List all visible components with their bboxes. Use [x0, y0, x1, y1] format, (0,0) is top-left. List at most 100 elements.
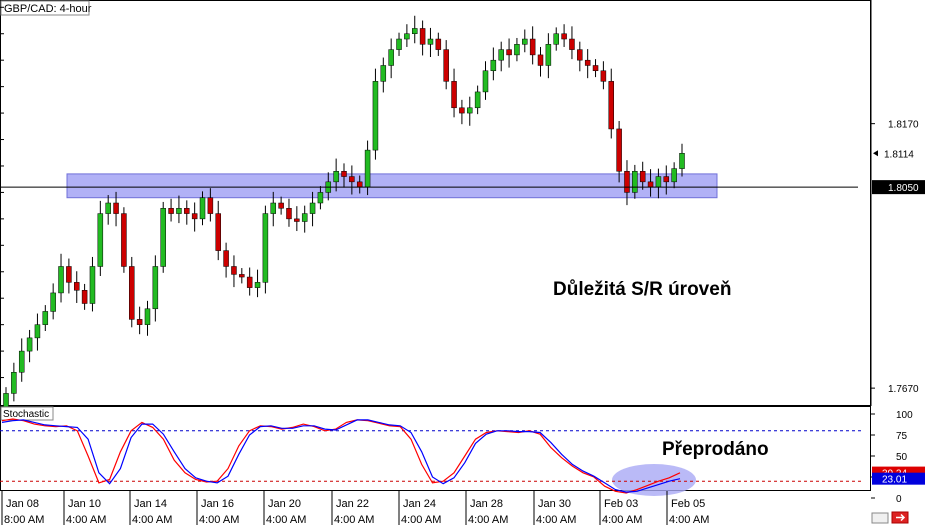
x-tick-time: 4:00 AM — [199, 514, 239, 525]
price-tick-label: 1.7670 — [888, 384, 919, 395]
candle-body — [608, 81, 615, 130]
candle-body — [105, 202, 111, 214]
candle-body — [231, 266, 237, 275]
candle-body — [482, 70, 489, 93]
candle-body — [639, 171, 646, 183]
stochastic-value-label: 23.01 — [882, 475, 907, 486]
candle-body — [333, 171, 339, 183]
candle-body — [396, 38, 402, 50]
candle-body — [207, 197, 214, 214]
candle-body — [529, 38, 536, 56]
x-tick-time: 4:00 AM — [66, 514, 106, 525]
candle-body — [451, 81, 457, 109]
x-axis: Jan 08 8:00 AM Jan 10 4:00 AM Jan 14 4:00 AM J… — [1, 491, 709, 525]
stochastic-tick-label: 50 — [896, 452, 908, 463]
current-price-pointer — [873, 150, 878, 157]
x-tick-time: 8:00 AM — [4, 514, 44, 525]
candle-body — [278, 202, 284, 209]
candle-body — [160, 208, 166, 267]
candle-body — [569, 38, 575, 50]
candle-body — [380, 65, 387, 82]
candle-body — [388, 49, 394, 66]
x-tick-date: Feb 03 — [604, 498, 638, 510]
candle-body — [246, 276, 253, 288]
candle-body — [404, 33, 410, 40]
candle-body — [600, 70, 607, 82]
candle-body — [50, 292, 56, 312]
stochastic-axis: 100755025030.2423.01 — [871, 410, 925, 505]
candle-body — [459, 107, 465, 114]
candle-body — [349, 176, 355, 183]
candle-body — [176, 208, 182, 214]
candle-body — [411, 28, 418, 34]
candle-body — [655, 176, 662, 188]
candle-body — [121, 213, 127, 267]
candle-body — [168, 208, 174, 214]
candle-body — [490, 59, 497, 72]
x-tick-date: Jan 16 — [201, 498, 234, 510]
candle-body — [467, 107, 473, 114]
forex-chart: GBP/CAD: 4-hour 1.8170 1.7670 1.8114 1.8050… — [0, 0, 925, 525]
candle-body — [223, 250, 229, 267]
x-tick-time: 4:00 AM — [669, 514, 709, 525]
sr-line-label: 1.8050 — [888, 183, 919, 194]
candle-body — [129, 266, 135, 320]
candle-body — [152, 266, 159, 310]
candle-body — [254, 282, 261, 288]
candle-body — [11, 372, 17, 394]
x-tick-time: 4:00 AM — [132, 514, 172, 525]
current-price-label: 1.8114 — [884, 149, 914, 160]
candle-body — [34, 324, 41, 339]
candle-body — [443, 49, 449, 82]
candle-body — [18, 350, 25, 373]
x-tick-date: Jan 30 — [538, 498, 571, 510]
candle-body — [561, 33, 567, 40]
stochastic-tick-label: 0 — [896, 494, 902, 505]
candle-body — [498, 49, 504, 61]
candle-body — [73, 282, 80, 291]
annotation-oversold: Přeprodáno — [662, 439, 769, 460]
candle-body — [372, 81, 379, 151]
x-tick-time: 4:00 AM — [334, 514, 374, 525]
candle-body — [364, 149, 371, 188]
candle-body — [624, 171, 630, 193]
candle-body — [427, 38, 434, 45]
x-tick-time: 4:00 AM — [401, 514, 441, 525]
x-tick-time: 4:00 AM — [602, 514, 642, 525]
candle-body — [522, 38, 528, 45]
x-tick-date: Jan 28 — [470, 498, 503, 510]
candle-body — [270, 202, 277, 214]
candle-body — [341, 171, 347, 177]
main-plot-frame — [0, 0, 871, 406]
candle-body — [89, 266, 96, 304]
candle-body — [191, 213, 198, 220]
candle-body — [506, 49, 512, 56]
candle-body — [616, 128, 622, 172]
stochastic-tick-label: 75 — [896, 431, 908, 442]
x-tick-date: Jan 14 — [134, 498, 167, 510]
candle-body — [58, 266, 64, 294]
candle-body — [632, 171, 638, 193]
candle-body — [679, 153, 685, 169]
x-tick-time: 4:00 AM — [468, 514, 508, 525]
candle-body — [537, 54, 544, 66]
x-tick-time: 4:00 AM — [536, 514, 576, 525]
candle-body — [113, 202, 119, 214]
candle-body — [262, 213, 269, 283]
price-tick-label: 1.8170 — [888, 120, 919, 131]
candle-body — [294, 218, 300, 222]
candle-body — [309, 202, 316, 214]
x-tick-date: Jan 24 — [403, 498, 436, 510]
candle-body — [97, 213, 104, 267]
candle-body — [215, 213, 221, 251]
candle-body — [136, 319, 143, 325]
candle-body — [42, 311, 49, 325]
candle-body — [3, 393, 9, 407]
scroll-left-button[interactable] — [871, 512, 889, 524]
candle-body — [286, 208, 292, 220]
stochastic-title: Stochastic — [3, 409, 49, 420]
candle-body — [356, 181, 363, 188]
candle-body — [663, 176, 670, 183]
candle-body — [474, 91, 481, 109]
annotation-sr: Důležitá S/R úroveň — [553, 279, 731, 300]
